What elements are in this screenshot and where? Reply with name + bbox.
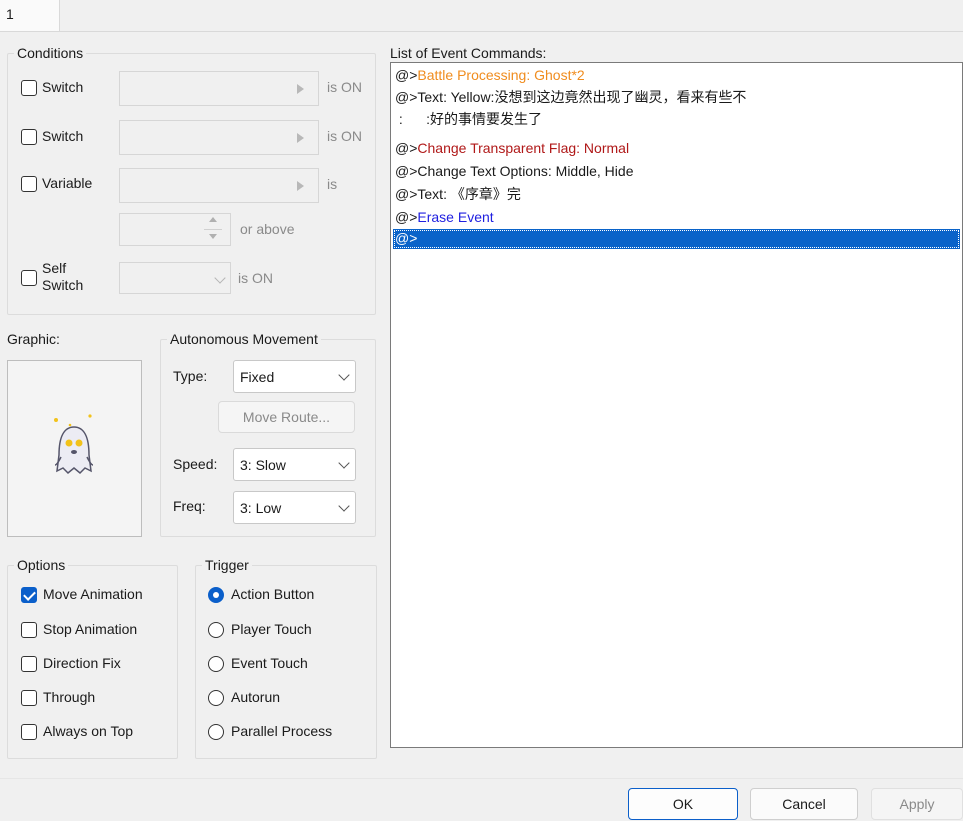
move-animation-checkbox[interactable] (21, 587, 37, 603)
switch1-label: Switch (42, 79, 84, 95)
command-row[interactable]: @>Erase Event (395, 206, 494, 228)
ghost-sprite-icon (54, 414, 94, 475)
command-prefix: @> (395, 230, 418, 246)
player-touch-label: Player Touch (231, 621, 312, 637)
chevron-down-icon (338, 457, 350, 469)
self-switch-label-line2: Switch (42, 277, 84, 293)
ok-button[interactable]: OK (628, 788, 738, 820)
variable-label: Variable (42, 175, 93, 191)
spin-up-icon (209, 217, 217, 222)
self-switch-checkbox[interactable] (21, 270, 37, 286)
autorun-radio[interactable] (208, 690, 224, 706)
variable-checkbox[interactable] (21, 176, 37, 192)
command-prefix: @> (395, 163, 418, 179)
command-text: Battle Processing: Ghost*2 (417, 67, 585, 83)
graphic-label: Graphic: (7, 331, 60, 347)
command-prefix: @> (395, 89, 418, 105)
self-switch-label-line1: Self (42, 260, 67, 276)
switch2-label: Switch (42, 128, 84, 144)
type-label: Type: (173, 368, 208, 384)
switch1-selector (119, 71, 319, 106)
command-text: Text: 《序章》完 (417, 186, 521, 202)
player-touch-radio[interactable] (208, 622, 224, 638)
move-animation-label: Move Animation (43, 586, 143, 602)
command-row[interactable]: @>Text: Yellow:没想到这边竟然出现了幽灵，看来有些不 (395, 86, 746, 108)
variable-or-above: or above (240, 221, 295, 237)
command-text: Change Text Options: Middle, Hide (417, 163, 634, 179)
speed-label: Speed: (173, 456, 218, 472)
graphic-preview[interactable] (7, 360, 142, 537)
cancel-button[interactable]: Cancel (750, 788, 858, 820)
command-text: Change Transparent Flag: Normal (417, 140, 630, 156)
arrow-right-icon (297, 84, 304, 94)
action-button-radio[interactable] (208, 587, 224, 603)
self-switch-combo (119, 262, 231, 294)
switch1-checkbox[interactable] (21, 80, 37, 96)
variable-value-spinner (119, 213, 231, 246)
action-button-label: Action Button (231, 586, 315, 602)
direction-fix-checkbox[interactable] (21, 656, 37, 672)
command-prefix: @> (395, 186, 418, 202)
spinner-divider (204, 229, 222, 230)
command-row[interactable]: @>Change Transparent Flag: Normal (395, 137, 629, 159)
event-touch-label: Event Touch (231, 655, 308, 671)
through-checkbox[interactable] (21, 690, 37, 706)
parallel-process-radio[interactable] (208, 724, 224, 740)
chevron-down-icon (338, 500, 350, 512)
freq-label: Freq: (173, 498, 206, 514)
apply-button[interactable]: Apply (871, 788, 963, 820)
command-text: Text: Yellow:没想到这边竟然出现了幽灵，看来有些不 (417, 89, 747, 105)
speed-value: 3: Slow (240, 457, 286, 473)
always-on-top-label: Always on Top (43, 723, 134, 739)
switch2-selector (119, 120, 319, 155)
through-label: Through (43, 689, 96, 705)
event-touch-radio[interactable] (208, 656, 224, 672)
switch2-suffix: is ON (327, 128, 362, 144)
speed-select[interactable]: 3: Slow (233, 448, 356, 481)
command-prefix: @> (395, 209, 418, 225)
command-prefix: @> (395, 67, 418, 83)
direction-fix-label: Direction Fix (43, 655, 121, 671)
freq-select[interactable]: 3: Low (233, 491, 356, 524)
stop-animation-checkbox[interactable] (21, 622, 37, 638)
event-commands-label: List of Event Commands: (390, 45, 547, 61)
self-switch-suffix: is ON (238, 270, 273, 286)
type-value: Fixed (240, 369, 275, 385)
switch1-suffix: is ON (327, 79, 362, 95)
tab-label: 1 (6, 6, 14, 22)
command-prefix: @> (395, 140, 418, 156)
type-select[interactable]: Fixed (233, 360, 356, 393)
spin-down-icon (209, 234, 217, 239)
arrow-right-icon (297, 133, 304, 143)
command-row[interactable]: @>Change Text Options: Middle, Hide (395, 160, 633, 182)
chevron-down-icon (214, 272, 226, 284)
tab-page-1[interactable]: 1 (0, 0, 60, 31)
command-row-selected[interactable]: @> (393, 229, 960, 249)
variable-suffix: is (327, 176, 338, 192)
switch2-checkbox[interactable] (21, 129, 37, 145)
move-route-button[interactable]: Move Route... (218, 401, 355, 433)
freq-value: 3: Low (240, 500, 282, 516)
autorun-label: Autorun (231, 689, 281, 705)
autonomous-legend: Autonomous Movement (170, 331, 318, 347)
command-prefix: : (395, 111, 403, 127)
parallel-process-label: Parallel Process (231, 723, 333, 739)
command-row[interactable]: @>Battle Processing: Ghost*2 (395, 64, 585, 86)
command-text: :好的事情要发生了 (402, 111, 543, 127)
tab-strip (0, 0, 963, 32)
arrow-right-icon (297, 181, 304, 191)
command-row[interactable]: : :好的事情要发生了 (395, 108, 542, 130)
stop-animation-label: Stop Animation (43, 621, 138, 637)
always-on-top-checkbox[interactable] (21, 724, 37, 740)
command-row[interactable]: @>Text: 《序章》完 (395, 183, 521, 205)
variable-selector (119, 168, 319, 203)
trigger-legend: Trigger (205, 557, 249, 573)
command-text: Erase Event (417, 209, 494, 225)
options-legend: Options (17, 557, 66, 573)
event-commands-list[interactable]: @>Battle Processing: Ghost*2 @>Text: Yel… (390, 62, 963, 748)
chevron-down-icon (338, 369, 350, 381)
conditions-legend: Conditions (17, 45, 84, 61)
